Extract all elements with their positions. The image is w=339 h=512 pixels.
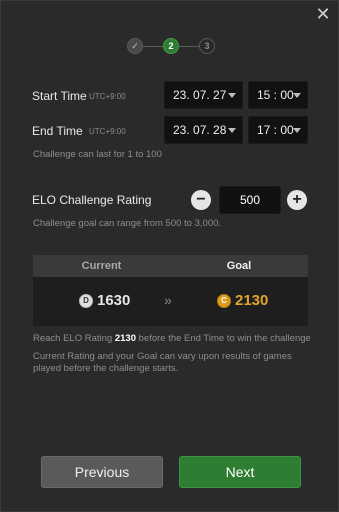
end-time-label: End Time xyxy=(32,124,83,138)
step-connector xyxy=(143,46,163,47)
step-1-check-icon: ✓ xyxy=(127,38,143,54)
end-time-select[interactable]: 17 : 00 xyxy=(248,116,308,144)
current-header: Current xyxy=(81,260,122,272)
tier-c-badge-icon: C xyxy=(217,294,231,308)
increase-button[interactable]: + xyxy=(287,190,307,210)
reach-goal-text: Reach ELO Rating 2130 before the End Tim… xyxy=(33,333,311,344)
double-chevron-right-icon: » xyxy=(164,292,172,308)
tier-d-badge-icon: D xyxy=(79,294,93,308)
chevron-down-icon xyxy=(228,93,236,98)
step-3-upcoming: 3 xyxy=(199,38,215,54)
chevron-down-icon xyxy=(293,128,301,133)
rating-body: D 1630 » C 2130 xyxy=(33,277,308,326)
end-time-value: 17 : 00 xyxy=(257,123,294,137)
challenge-dialog: ✕ ✓ 2 3 Start Time UTC+9:00 23. 07. 27 1… xyxy=(0,0,339,512)
start-timezone: UTC+9:00 xyxy=(89,92,126,101)
previous-button[interactable]: Previous xyxy=(41,456,163,488)
next-button[interactable]: Next xyxy=(179,456,301,488)
rating-vary-note: Current Rating and your Goal can vary up… xyxy=(33,351,292,374)
end-date-value: 23. 07. 28 xyxy=(173,123,227,137)
step-indicator: ✓ 2 3 xyxy=(127,38,215,56)
chevron-down-icon xyxy=(293,93,301,98)
reach-suffix: before the End Time to win the challenge xyxy=(136,333,311,344)
end-date-select[interactable]: 23. 07. 28 xyxy=(164,116,243,144)
end-timezone: UTC+9:00 xyxy=(89,127,126,136)
step-2-current: 2 xyxy=(163,38,179,54)
start-date-select[interactable]: 23. 07. 27 xyxy=(164,81,243,109)
elo-rating-label: ELO Challenge Rating xyxy=(32,193,152,207)
elo-range-hint: Challenge goal can range from 500 to 3,0… xyxy=(33,218,222,229)
chevron-down-icon xyxy=(228,128,236,133)
close-icon[interactable]: ✕ xyxy=(314,5,332,23)
rating-header: Current Goal xyxy=(33,255,308,277)
reach-prefix: Reach ELO Rating xyxy=(33,333,115,344)
goal-header: Goal xyxy=(226,260,252,272)
rating-comparison: Current Goal D 1630 » C 2130 xyxy=(33,255,308,326)
start-time-value: 15 : 00 xyxy=(257,88,294,102)
duration-hint: Challenge can last for 1 to 100 xyxy=(33,149,162,160)
step-connector xyxy=(179,46,199,47)
start-time-select[interactable]: 15 : 00 xyxy=(248,81,308,109)
current-rating-value: 1630 xyxy=(97,292,131,309)
goal-rating-value: 2130 xyxy=(235,292,269,309)
elo-rating-input[interactable]: 500 xyxy=(219,186,281,214)
reach-value: 2130 xyxy=(114,333,136,344)
decrease-button[interactable]: − xyxy=(191,190,211,210)
start-time-label: Start Time xyxy=(32,89,87,103)
start-date-value: 23. 07. 27 xyxy=(173,88,227,102)
